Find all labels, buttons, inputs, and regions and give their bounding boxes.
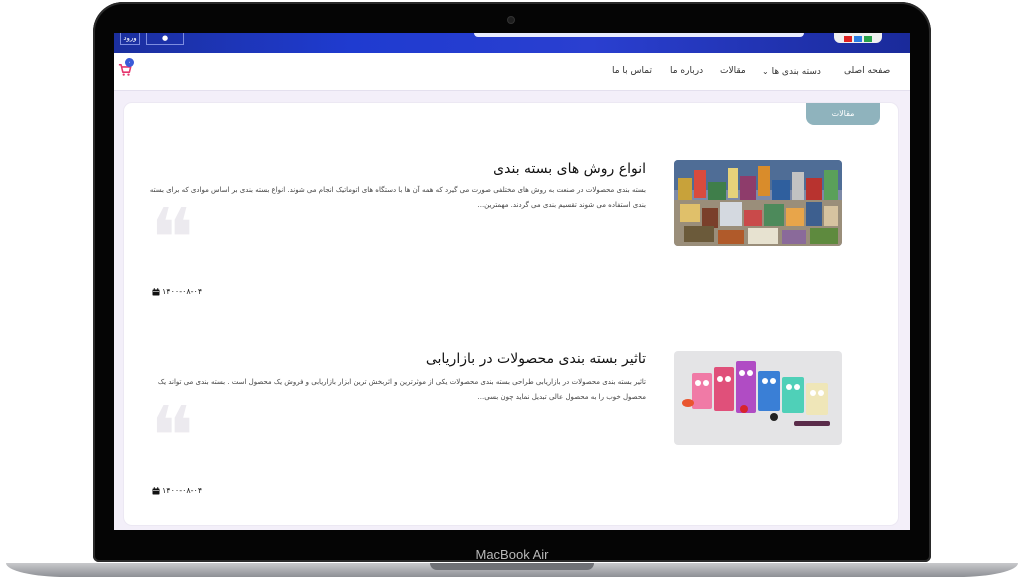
nav-about[interactable]: درباره ما: [670, 53, 703, 90]
post-date-text: ۱۴۰۰-۰۸-۰۴: [162, 486, 203, 495]
post-thumbnail-packaging-marketing[interactable]: [674, 351, 842, 445]
packaging-products-image: [674, 160, 842, 246]
logo-mark-blue: [854, 36, 862, 42]
main-nav: صفحه اصلی ⌄ دسته بندی ها مقالات درباره م…: [114, 53, 910, 91]
user-button[interactable]: ●: [146, 33, 184, 45]
nav-categories-label: دسته بندی ها: [771, 67, 821, 77]
post-excerpt: بسته بندی محصولات در صنعت به روش های مخت…: [149, 186, 646, 209]
site-header-strip: ورود ●: [114, 33, 910, 53]
category-tab-articles[interactable]: مقالات: [806, 103, 880, 125]
post-date-text: ۱۴۰۰-۰۸-۰۴: [162, 287, 203, 296]
site-logo[interactable]: [834, 33, 882, 43]
chevron-down-icon: ⌄: [762, 67, 769, 76]
calendar-icon: [152, 287, 160, 295]
quote-icon: ❝: [150, 390, 195, 485]
search-bar[interactable]: [474, 33, 804, 37]
calendar-icon: [152, 486, 160, 494]
post-date: ۱۴۰۰-۰۸-۰۴: [152, 287, 202, 296]
device-label: MacBook Air: [475, 547, 549, 562]
post-excerpt: تاثیر بسته بندی محصولات در بازاریابی طرا…: [157, 378, 646, 401]
screen: ورود ● صفحه اصلی ⌄ دسته بندی ها مقالات د…: [114, 33, 910, 530]
webcam: [508, 17, 514, 23]
nav-categories[interactable]: ⌄ دسته بندی ها: [762, 53, 821, 90]
cart-count-badge: ۰: [125, 58, 134, 67]
quote-icon: ❝: [150, 192, 195, 287]
colorful-boxes-image: [674, 351, 842, 445]
nav-contact[interactable]: تماس با ما: [612, 53, 652, 90]
logo-mark-green: [864, 36, 872, 42]
login-label: ورود: [123, 34, 137, 42]
articles-card: مقالات انواع روش های بسته بندی بسته بندی…: [124, 103, 898, 525]
post-thumbnail-packaging-types[interactable]: [674, 160, 842, 246]
nav-articles[interactable]: مقالات: [720, 53, 746, 90]
post-date: ۱۴۰۰-۰۸-۰۴: [152, 486, 202, 495]
user-icon: ●: [161, 34, 169, 42]
login-button[interactable]: ورود: [120, 33, 140, 45]
laptop-notch: [430, 563, 594, 570]
logo-mark-red: [844, 36, 852, 42]
post-title[interactable]: انواع روش های بسته بندی: [493, 161, 646, 177]
nav-home[interactable]: صفحه اصلی: [844, 53, 890, 90]
post-title[interactable]: تاثیر بسته بندی محصولات در بازاریابی: [426, 351, 646, 367]
